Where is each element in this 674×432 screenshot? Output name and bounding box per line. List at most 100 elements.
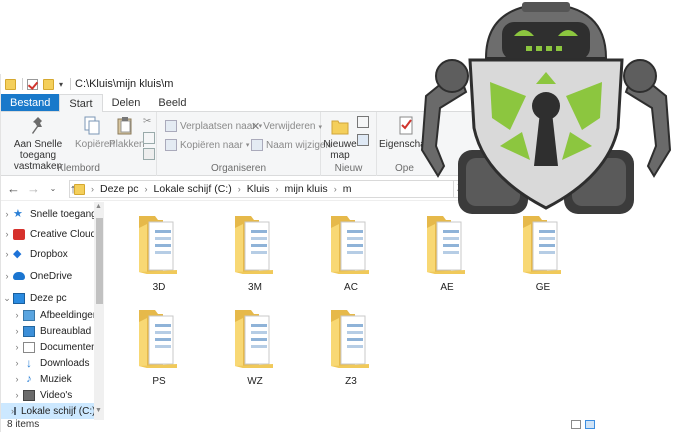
folder-grid: 3D 3M AC AE GE PS WZ Z3 [105,202,591,420]
copy-to-icon [165,139,177,151]
scroll-up-icon[interactable]: ▲ [95,203,102,210]
chevron-right-icon[interactable]: › [1,271,13,281]
folder-icon [139,310,177,368]
folder-item[interactable]: Z3 [321,304,381,387]
delete-button[interactable]: ✕ Verwijderen ▾ [251,120,322,133]
nav-item-creative-cloud[interactable]: › Creative Cloud Fil [1,226,104,242]
chevron-right-icon[interactable]: › [1,229,13,239]
folder-name: AE [440,282,454,293]
breadcrumb-mijn-kluis[interactable]: mijn kluis [285,183,328,195]
scroll-down-icon[interactable]: ▼ [95,407,102,414]
folder-item[interactable]: WZ [225,304,285,387]
new-folder-button[interactable]: Nieuwe map [323,116,357,161]
folder-name: 3D [152,282,166,293]
new-folder-label: Nieuwe map [323,139,357,161]
breadcrumb-kluis[interactable]: Kluis [247,183,270,195]
folder-item[interactable]: 3D [129,210,189,293]
chevron-right-icon[interactable]: › [1,249,13,259]
copy-to-label: Kopiëren naar [180,139,243,151]
nav-label: Muziek [40,373,72,385]
breadcrumb-local-disk[interactable]: Lokale schijf (C:) [154,183,232,195]
paste-shortcut-icon[interactable] [143,148,155,160]
nav-item-local-disk[interactable]: › Lokale schijf (C:) [1,403,95,419]
nav-item-pictures[interactable]: › Afbeeldingen [11,307,98,323]
chevron-right-icon[interactable]: › [11,390,23,400]
large-icons-view-icon[interactable] [585,420,595,429]
chevron-right-icon[interactable]: › [11,342,23,352]
new-item-icon[interactable] [357,116,369,128]
forward-arrow-icon[interactable]: → [27,181,40,196]
downloads-icon: ↓ [26,355,32,370]
copy-to-button[interactable]: Kopiëren naar ▾ [165,139,249,151]
address-bar[interactable]: › Deze pc › Lokale schijf (C:) › Kluis ›… [69,180,464,198]
copy-icon [84,116,100,135]
chevron-right-icon[interactable]: › [11,374,23,384]
nav-item-dropbox[interactable]: › ◆ Dropbox [1,246,68,262]
tab-view[interactable]: Beeld [149,94,195,111]
chevron-right-icon[interactable]: › [11,358,23,368]
delete-label: Verwijderen [263,121,316,132]
folder-item[interactable]: 3M [225,210,285,293]
folder-item[interactable]: AC [321,210,381,293]
recent-locations-icon[interactable]: ⌄ [47,184,59,193]
rename-icon [251,139,263,151]
nav-label: Afbeeldingen [40,309,99,321]
tab-start[interactable]: Start [59,94,103,113]
nav-item-desktop[interactable]: › Bureaublad [11,323,91,339]
breadcrumb-m[interactable]: m [343,183,352,195]
nav-label: Bureaublad [40,325,92,337]
chevron-right-icon[interactable]: › [145,184,148,194]
chevron-right-icon[interactable]: › [1,209,13,219]
nav-scrollbar-thumb[interactable] [96,218,103,304]
chevron-right-icon[interactable]: › [91,184,94,194]
back-arrow-icon[interactable]: ← [7,181,20,196]
folder-name: AC [344,282,358,293]
rename-button[interactable]: Naam wijzigen [251,139,331,151]
new-group: Nieuwe map Nieuw [321,112,377,176]
folder-icon [5,78,16,90]
tab-file[interactable]: Bestand [1,94,60,111]
folder-item[interactable]: GE [513,210,573,293]
breadcrumb-this-pc[interactable]: Deze pc [100,183,139,195]
paste-icon [117,117,132,135]
details-view-icon[interactable] [571,420,581,429]
nav-item-documents[interactable]: › Documenten [11,339,97,355]
new-folder-quick-icon[interactable] [43,78,54,90]
onedrive-icon [13,272,25,280]
copy-path-icon[interactable] [143,132,155,144]
chevron-down-icon[interactable]: ⌄ [1,293,13,304]
tab-share[interactable]: Delen [103,94,150,111]
move-to-button[interactable]: Verplaatsen naar ▾ [165,120,262,132]
copy-button[interactable]: Kopiëren [75,116,116,150]
computer-icon [13,292,25,304]
paste-button[interactable]: Plakken [109,116,145,150]
chevron-right-icon[interactable]: › [334,184,337,194]
nav-item-videos[interactable]: › Video's [11,387,72,403]
nav-item-downloads[interactable]: › ↓ Downloads [11,355,90,371]
folder-item[interactable]: AE [417,210,477,293]
chevron-right-icon[interactable]: › [238,184,241,194]
nav-item-music[interactable]: › ♪ Muziek [11,371,72,387]
nav-item-this-pc[interactable]: ⌄ Deze pc [1,290,67,306]
music-icon: ♪ [26,372,32,385]
drive-icon [14,407,16,415]
folder-name: GE [535,282,551,293]
customize-quick-access-icon[interactable]: ▾ [59,80,63,89]
navigation-pane: › ★ Snelle toegang › Creative Cloud Fil … [1,202,104,420]
folder-icon [74,183,85,195]
folder-item[interactable]: PS [129,304,189,387]
easy-access-icon[interactable] [357,134,369,146]
chevron-right-icon[interactable]: › [11,326,23,336]
folder-name: Z3 [345,376,357,387]
nav-label: OneDrive [30,270,73,282]
chevron-right-icon[interactable]: › [11,310,23,320]
properties-check-icon[interactable] [27,78,38,90]
nav-item-onedrive[interactable]: › OneDrive [1,268,73,284]
nav-item-quick-access[interactable]: › ★ Snelle toegang [1,206,97,222]
copy-label: Kopiëren [75,139,116,150]
pictures-icon [23,309,35,321]
item-count: 8 items [7,419,40,430]
cut-icon[interactable]: ✂ [143,116,151,127]
window-title: C:\Kluis\mijn kluis\m [75,78,174,90]
chevron-right-icon[interactable]: › [276,184,279,194]
